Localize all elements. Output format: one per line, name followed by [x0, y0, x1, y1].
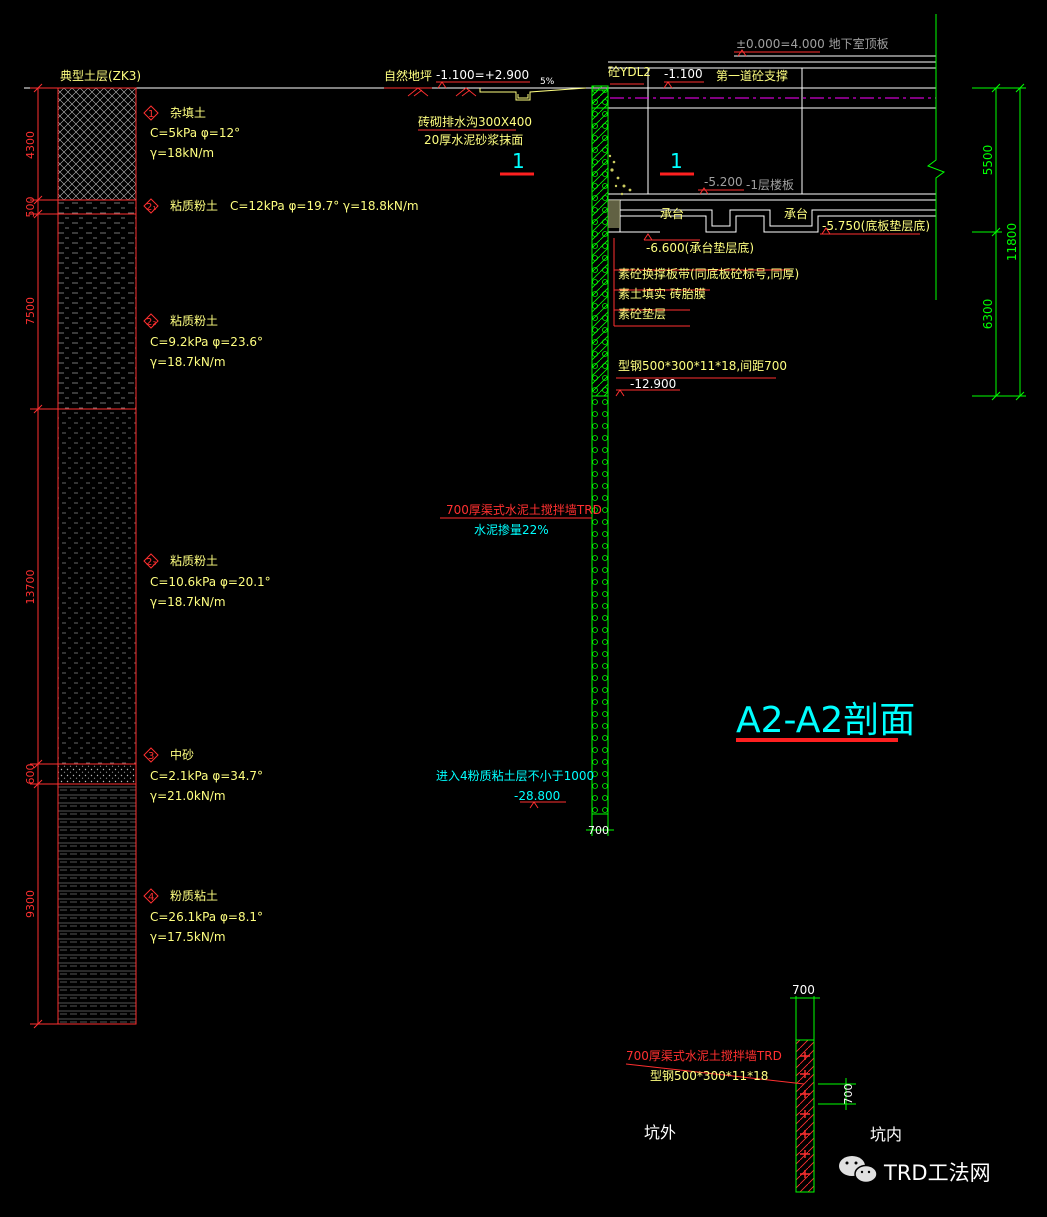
layer-1-param-2: γ=18kN/m [150, 146, 214, 160]
layer-4-param-2: γ=17.5kN/m [150, 930, 226, 944]
embed-note: 进入4粉质粘土层不小于1000 [436, 768, 594, 783]
ditch-note-2: 20厚水泥砂浆抹面 [424, 132, 523, 147]
layer-2-3-name: 粘质粉土 [170, 553, 218, 568]
dim-layer-6: 9300 [24, 890, 37, 918]
layer-3-name: 中砂 [170, 747, 194, 762]
layer-4-name: 粉质粘土 [170, 888, 218, 903]
wall-note-2: 水泥掺量22% [474, 522, 549, 537]
dim-labels: 4300 500 7500 13700 600 9300 [24, 131, 37, 918]
soil-profile-title: 典型土层(ZK3) [60, 69, 141, 83]
note-bedding: 素砼垫层 [618, 306, 666, 321]
dim-right-top: 5500 [981, 145, 995, 176]
beam-label: 砼YDL2 [608, 65, 651, 79]
layer-2-1-name: 粘质粉土 [170, 198, 218, 213]
backfill [608, 154, 632, 196]
base-elevation: -5.750(底板垫层底) [822, 218, 930, 233]
layer-2-2-param-2: γ=18.7kN/m [150, 355, 226, 369]
drain-ditch [479, 87, 587, 101]
left-dimension-chain [30, 83, 58, 1029]
section-title: A2-A2剖面 [736, 700, 915, 741]
layer-2-3-param-1: C=10.6kPa φ=20.1° [150, 575, 271, 589]
layer-1-param-1: C=5kPa φ=12° [150, 126, 240, 140]
layer-2-1-label: 2₁ 粘质粉土 C=12kPa φ=19.7° γ=18.8kN/m [143, 198, 419, 214]
soil-column [57, 87, 137, 1025]
steel-bottom-elevation: -12.900 [630, 377, 676, 391]
layer-2-2-name: 粘质粉土 [170, 313, 218, 328]
layer-3-no: 3 [148, 751, 154, 762]
wall-bottom-elevation: -28.800 [514, 789, 560, 803]
section-drawing: 典型土层(ZK3) 4300 500 7500 13700 600 9300 1… [24, 14, 1026, 1193]
brick-mould [608, 200, 620, 228]
elevation-markers [437, 49, 831, 809]
floor-elevation: -5.200 [704, 175, 743, 189]
detail-section [625, 996, 856, 1193]
layer-3-label: 3 中砂 C=2.1kPa φ=34.7° γ=21.0kN/m [143, 747, 263, 803]
trd-wall [586, 85, 614, 836]
ground-elevation: -1.100=+2.900 [436, 68, 529, 82]
pile-cap-left: 承台 [660, 206, 684, 221]
layer-2-3-label: 2₃ 粘质粉土 C=10.6kPa φ=20.1° γ=18.7kN/m [143, 553, 271, 609]
detail-note-1: 700厚渠式水泥土搅拌墙TRD [626, 1048, 782, 1063]
layer-2-1-no: 2₁ [146, 202, 156, 213]
detail-spacing: 700 [842, 1084, 855, 1105]
layer-4-no: 4 [148, 892, 154, 903]
detail-top-dim: 700 [792, 983, 815, 997]
floor-label: -1层楼板 [746, 177, 794, 192]
layer-2-2-label: 2₂ 粘质粉土 C=9.2kPa φ=23.6° γ=18.7kN/m [143, 313, 263, 369]
layer-3-param-2: γ=21.0kN/m [150, 789, 226, 803]
layer-2-3-no: 2₃ [146, 557, 156, 568]
layer-4-param-1: C=26.1kPa φ=8.1° [150, 910, 263, 924]
wechat-icon [839, 1156, 878, 1184]
dim-layer-4: 13700 [24, 570, 37, 605]
section-mark-2: 1 [670, 149, 683, 173]
note-backfill: 素土填实 砖胎膜 [618, 286, 706, 301]
pile-cap-right: 承台 [784, 206, 808, 221]
watermark: TRD工法网 [883, 1161, 991, 1185]
leader-lines [384, 51, 920, 803]
detail-note-2: 型钢500*300*11*18 [650, 1069, 768, 1083]
dim-layer-2: 500 [24, 197, 37, 218]
layer-2-3-param-2: γ=18.7kN/m [150, 595, 226, 609]
layer-1-no: 1 [148, 109, 154, 120]
dim-right-bottom: 6300 [981, 299, 995, 330]
layer-1-name: 杂填土 [170, 106, 206, 120]
note-strip: 素砼换撑板带(同底板砼标号,同厚) [618, 266, 799, 281]
cap-elevation: -6.600(承台垫层底) [646, 240, 754, 255]
steel-note: 型钢500*300*11*18,间距700 [618, 359, 787, 373]
layer-2-2-param-1: C=9.2kPa φ=23.6° [150, 335, 263, 349]
natural-ground-label: 自然地坪 [384, 68, 432, 83]
layer-1-label: 1 杂填土 C=5kPa φ=12° γ=18kN/m [143, 105, 240, 160]
dim-right-total: 11800 [1005, 223, 1019, 261]
dim-layer-5: 600 [24, 764, 37, 785]
ground-hatch [407, 87, 477, 97]
break-line [926, 14, 946, 300]
layer-2-1-param-1: C=12kPa φ=19.7° γ=18.8kN/m [230, 199, 419, 213]
pit-outside-label: 坑外 [644, 1123, 676, 1142]
roof-slab-label: ±0.000=4.000 地下室顶板 [736, 36, 889, 51]
layer-3-param-1: C=2.1kPa φ=34.7° [150, 769, 263, 783]
strut-elevation: -1.100 [664, 67, 703, 81]
wall-note-1: 700厚渠式水泥土搅拌墙TRD [446, 502, 602, 517]
wall-width: 700 [588, 824, 609, 837]
layer-2-2-no: 2₂ [146, 317, 156, 328]
slope-label: 5% [540, 77, 555, 87]
pit-inside-label: 坑内 [870, 1125, 902, 1144]
strut-label: 第一道砼支撑 [716, 68, 788, 83]
section-mark-1: 1 [512, 149, 525, 173]
dim-layer-3: 7500 [24, 297, 37, 325]
dim-layer-1: 4300 [24, 131, 37, 159]
layer-4-label: 4 粉质粘土 C=26.1kPa φ=8.1° γ=17.5kN/m [143, 888, 263, 944]
basement-structure [608, 61, 936, 233]
ditch-note-1: 砖砌排水沟300X400 [418, 114, 532, 129]
